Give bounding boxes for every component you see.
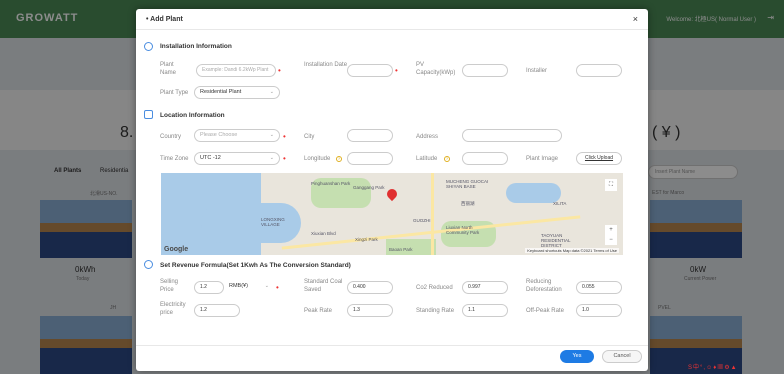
installation-icon	[144, 42, 153, 51]
city-input[interactable]	[347, 129, 393, 142]
map-label: TAOYUAN RESIDENTIAL DISTRICT	[541, 233, 571, 248]
zoom-control[interactable]: + −	[605, 225, 617, 245]
map-label: Pinghuanshan Park	[311, 181, 351, 186]
cancel-button[interactable]: Cancel	[602, 350, 642, 363]
map-road	[431, 173, 434, 255]
map-pin-icon[interactable]	[384, 186, 400, 202]
add-plant-dialog: • Add Plant × Installation Information P…	[136, 9, 648, 371]
location-map[interactable]: Pinghuanshan Park Ganggang Park MUCHENG …	[161, 173, 623, 255]
selling-price-label: Selling Price	[160, 279, 179, 293]
pv-capacity-label: PV Capacity(kWp)	[416, 62, 456, 76]
required-mark: •	[283, 154, 286, 163]
address-input[interactable]	[462, 129, 562, 142]
standard-coal-input[interactable]: 0.400	[347, 281, 393, 294]
header-divider	[136, 29, 648, 30]
installer-label: Installer	[526, 68, 548, 74]
city-label: City	[304, 134, 315, 140]
map-label: Liuxian North Community Park	[446, 225, 480, 235]
peak-rate-label: Peak Rate	[304, 308, 333, 314]
country-label: Country	[160, 134, 182, 140]
plant-name-label: Plant Name	[160, 62, 177, 76]
offpeak-rate-label: Off-Peak Rate	[526, 308, 564, 314]
selling-price-input[interactable]: 1.2	[194, 281, 224, 294]
location-section-title: Location Information	[160, 112, 225, 119]
pv-capacity-input[interactable]	[462, 64, 508, 77]
reducing-deforestation-label: Reducing Deforestation	[526, 279, 562, 293]
installer-input[interactable]	[576, 64, 622, 77]
chevron-down-icon: ⌄	[269, 155, 274, 161]
latitude-input[interactable]	[462, 152, 508, 165]
plant-type-value: Residential Plant	[200, 89, 242, 95]
map-water	[506, 183, 561, 203]
timezone-select[interactable]: UTC -12 ⌄	[194, 152, 280, 165]
longitude-label: Longitude	[304, 156, 331, 162]
map-label: Xiuxian Blvd	[311, 231, 336, 236]
map-attribution[interactable]: Keyboard shortcuts Map data ©2021 Terms …	[525, 248, 619, 253]
fullscreen-icon[interactable]: ⛶	[605, 179, 617, 191]
chevron-down-icon: ⌄	[269, 132, 274, 138]
plant-image-label: Plant Image	[526, 156, 559, 162]
required-mark: •	[283, 132, 286, 141]
co2-reduced-label: Co2 Reduced	[416, 285, 453, 291]
installation-section-title: Installation Information	[160, 43, 232, 50]
installation-date-label: Installation Date	[304, 62, 348, 68]
country-value: Please Choose	[200, 132, 238, 138]
installation-date-input[interactable]	[347, 64, 393, 77]
location-icon	[144, 110, 153, 119]
chevron-down-icon: ⌄	[269, 89, 274, 95]
reducing-deforestation-input[interactable]: 0.055	[576, 281, 622, 294]
google-logo: Google	[164, 246, 189, 253]
map-label: MUCHENG GUOCAI SHIYAN BASE	[446, 179, 489, 189]
chevron-down-icon: ⌄	[264, 283, 269, 289]
co2-reduced-input[interactable]: 0.997	[462, 281, 508, 294]
footer-divider	[136, 345, 648, 346]
map-label: 西丽湖	[461, 201, 475, 206]
standard-coal-label: Standard Coal Saved	[304, 279, 343, 293]
revenue-section-title: Set Revenue Formula(Set 1Kwh As The Conv…	[160, 262, 351, 269]
timezone-value: UTC -12	[200, 155, 221, 161]
offpeak-rate-input[interactable]: 1.0	[576, 304, 622, 317]
click-upload-button[interactable]: Click Upload	[576, 152, 622, 165]
timezone-label: Time Zone	[160, 156, 189, 162]
plant-type-select[interactable]: Residential Plant ⌄	[194, 86, 280, 99]
help-icon[interactable]: ?	[336, 156, 342, 162]
electricity-price-input[interactable]: 1.2	[194, 304, 240, 317]
map-label: GUOZHI	[413, 218, 431, 223]
map-label: Ganggang Park	[353, 185, 385, 190]
currency-select[interactable]: RMB(¥) ⌄	[224, 281, 274, 294]
yes-button[interactable]: Yes	[560, 350, 594, 363]
system-tray[interactable]: S中°,☺♦▦⚙▲	[688, 362, 738, 371]
plant-name-input[interactable]: Example: Dandi 6.2kWp Plant	[196, 64, 276, 77]
standing-rate-input[interactable]: 1.1	[462, 304, 508, 317]
standing-rate-label: Standing Rate	[416, 308, 455, 314]
revenue-icon	[144, 260, 153, 269]
latitude-label: Latitude	[416, 156, 438, 162]
dialog-title-text: Add Plant	[150, 16, 183, 23]
map-label: XILITA	[553, 201, 567, 206]
peak-rate-input[interactable]: 1.3	[347, 304, 393, 317]
address-label: Address	[416, 134, 439, 140]
currency-value: RMB(¥)	[229, 283, 248, 289]
required-mark: •	[395, 66, 398, 75]
country-select[interactable]: Please Choose ⌄	[194, 129, 280, 142]
help-icon[interactable]: ?	[444, 156, 450, 162]
required-mark: •	[276, 283, 279, 292]
longitude-input[interactable]	[347, 152, 393, 165]
map-label: Xingzi Park	[355, 237, 378, 242]
close-icon[interactable]: ×	[633, 14, 638, 24]
map-label: LONGXING VILLAGE	[261, 217, 285, 227]
required-mark: •	[278, 66, 281, 75]
map-label: Baoan Park	[389, 247, 413, 252]
dialog-title: • Add Plant	[146, 16, 183, 23]
plant-type-label: Plant Type	[160, 90, 189, 96]
electricity-price-label: Electricity price	[160, 302, 186, 316]
